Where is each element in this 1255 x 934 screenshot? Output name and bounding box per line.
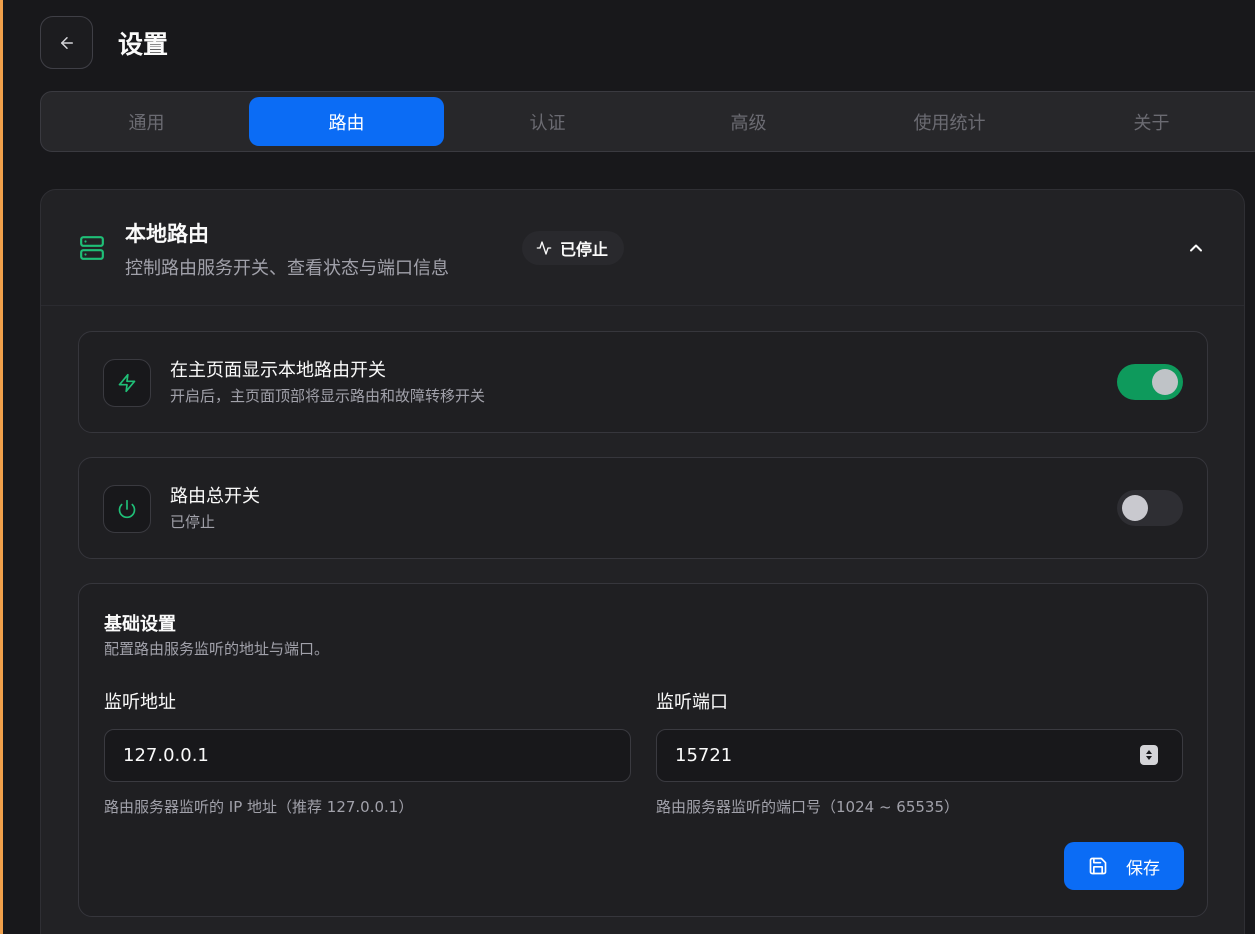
window-edge-strip (0, 0, 3, 934)
show-router-switch-title: 在主页面显示本地路由开关 (170, 360, 386, 381)
settings-tabs: 通用 路由 认证 高级 使用统计 关于 (40, 91, 1255, 152)
stepper-arrows-icon (1146, 750, 1152, 760)
row-icon-box (103, 359, 151, 407)
status-badge: 已停止 (522, 231, 625, 265)
tab-usage-stats[interactable]: 使用统计 (852, 97, 1047, 146)
arrow-left-icon (60, 36, 73, 49)
tab-auth[interactable]: 认证 (450, 97, 645, 146)
zap-icon (118, 373, 136, 393)
local-router-header[interactable]: 本地路由 控制路由服务开关、查看状态与端口信息 已停止 (41, 190, 1244, 306)
basic-settings-description: 配置路由服务监听的地址与端口。 (104, 640, 330, 658)
chevron-up-icon[interactable] (1186, 238, 1206, 258)
server-icon (80, 236, 104, 260)
save-icon (1089, 857, 1107, 875)
port-stepper[interactable] (1140, 745, 1158, 765)
status-label: 已停止 (560, 240, 609, 259)
save-button[interactable]: 保存 (1064, 842, 1184, 890)
page-title: 设置 (118, 29, 169, 59)
local-router-card: 本地路由 控制路由服务开关、查看状态与端口信息 已停止 在主页面显示本地路由开关… (40, 189, 1245, 934)
page-header: 设置 (40, 16, 168, 69)
row-icon-box (103, 485, 151, 533)
listen-port-label: 监听端口 (656, 692, 728, 713)
toggle-knob (1122, 495, 1148, 521)
show-router-switch-row: 在主页面显示本地路由开关 开启后，主页面顶部将显示路由和故障转移开关 (78, 331, 1208, 433)
listen-address-label: 监听地址 (104, 692, 176, 713)
save-button-label: 保存 (1126, 858, 1160, 879)
basic-settings-title: 基础设置 (104, 614, 176, 635)
activity-icon (536, 241, 552, 255)
master-switch-row: 路由总开关 已停止 (78, 457, 1208, 559)
listen-port-input[interactable] (656, 729, 1183, 782)
local-router-title: 本地路由 (125, 222, 209, 246)
master-switch-title: 路由总开关 (170, 486, 260, 507)
tab-advanced[interactable]: 高级 (651, 97, 846, 146)
show-router-switch-description: 开启后，主页面顶部将显示路由和故障转移开关 (170, 387, 486, 405)
tab-routing[interactable]: 路由 (249, 97, 444, 146)
back-button[interactable] (40, 16, 93, 69)
show-router-switch-toggle[interactable] (1117, 364, 1183, 400)
power-icon (118, 499, 136, 519)
basic-settings-panel: 基础设置 配置路由服务监听的地址与端口。 监听地址 路由服务器监听的 IP 地址… (78, 583, 1208, 917)
master-switch-description: 已停止 (170, 513, 216, 531)
tab-about[interactable]: 关于 (1054, 97, 1249, 146)
master-switch-toggle[interactable] (1117, 490, 1183, 526)
listen-port-hint: 路由服务器监听的端口号（1024 ~ 65535） (656, 798, 959, 816)
listen-address-input[interactable] (104, 729, 631, 782)
local-router-subtitle: 控制路由服务开关、查看状态与端口信息 (125, 258, 449, 279)
toggle-knob (1152, 369, 1178, 395)
listen-address-hint: 路由服务器监听的 IP 地址（推荐 127.0.0.1） (104, 798, 414, 816)
tab-general[interactable]: 通用 (49, 97, 244, 146)
